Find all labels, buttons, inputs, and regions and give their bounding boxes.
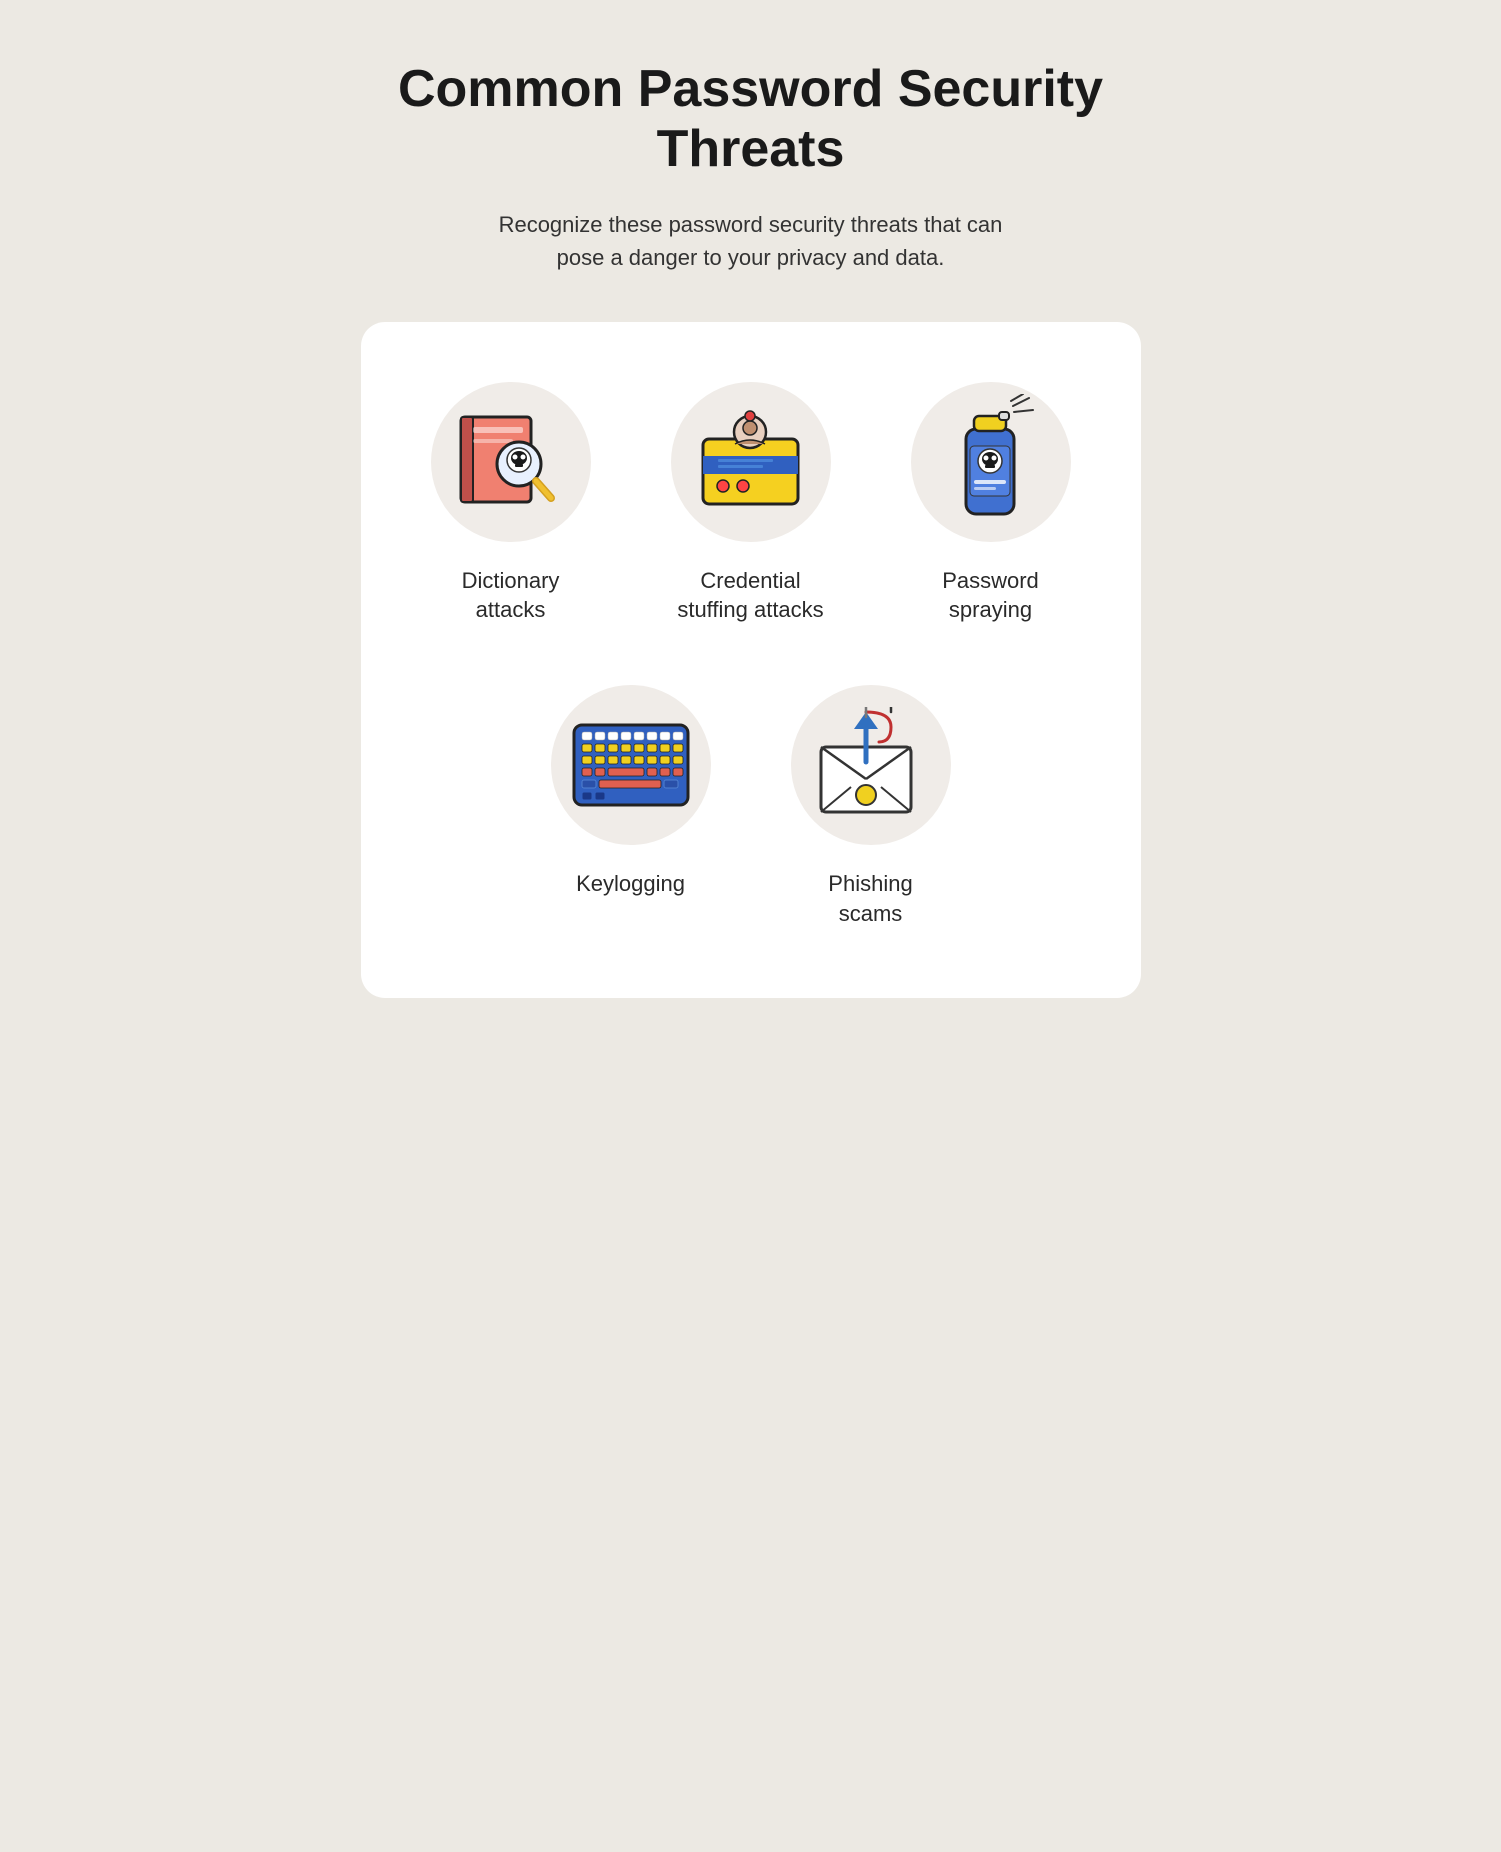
threats-bottom-row: Keylogging (411, 685, 1091, 928)
threat-item-dictionary: Dictionaryattacks (411, 382, 611, 625)
threat-item-phishing: Phishingscams (771, 685, 971, 928)
threats-top-row: Dictionaryattacks (411, 382, 1091, 625)
threat-item-credential: Credentialstuffing attacks (651, 382, 851, 625)
phishing-icon-circle (791, 685, 951, 845)
password-spraying-icon (941, 394, 1041, 529)
credential-stuffing-icon (693, 404, 808, 519)
phishing-scams-icon (811, 707, 931, 822)
dictionary-icon-circle (431, 382, 591, 542)
credential-icon-circle (671, 382, 831, 542)
phishing-scams-label: Phishingscams (828, 869, 912, 928)
threat-item-spraying: Passwordspraying (891, 382, 1091, 625)
dictionary-attacks-label: Dictionaryattacks (462, 566, 560, 625)
keylogging-label: Keylogging (576, 869, 685, 899)
keylogging-icon-circle (551, 685, 711, 845)
threats-card: Dictionaryattacks (361, 322, 1141, 999)
keylogging-icon (566, 710, 696, 820)
page-title: Common Password Security Threats (361, 60, 1141, 180)
page-wrapper: Common Password Security Threats Recogni… (361, 60, 1141, 998)
threat-item-keylogging: Keylogging (531, 685, 731, 928)
credential-stuffing-label: Credentialstuffing attacks (677, 566, 823, 625)
password-spraying-label: Passwordspraying (942, 566, 1039, 625)
spraying-icon-circle (911, 382, 1071, 542)
page-subtitle: Recognize these password security threat… (481, 208, 1021, 274)
dictionary-attacks-icon (451, 402, 571, 522)
